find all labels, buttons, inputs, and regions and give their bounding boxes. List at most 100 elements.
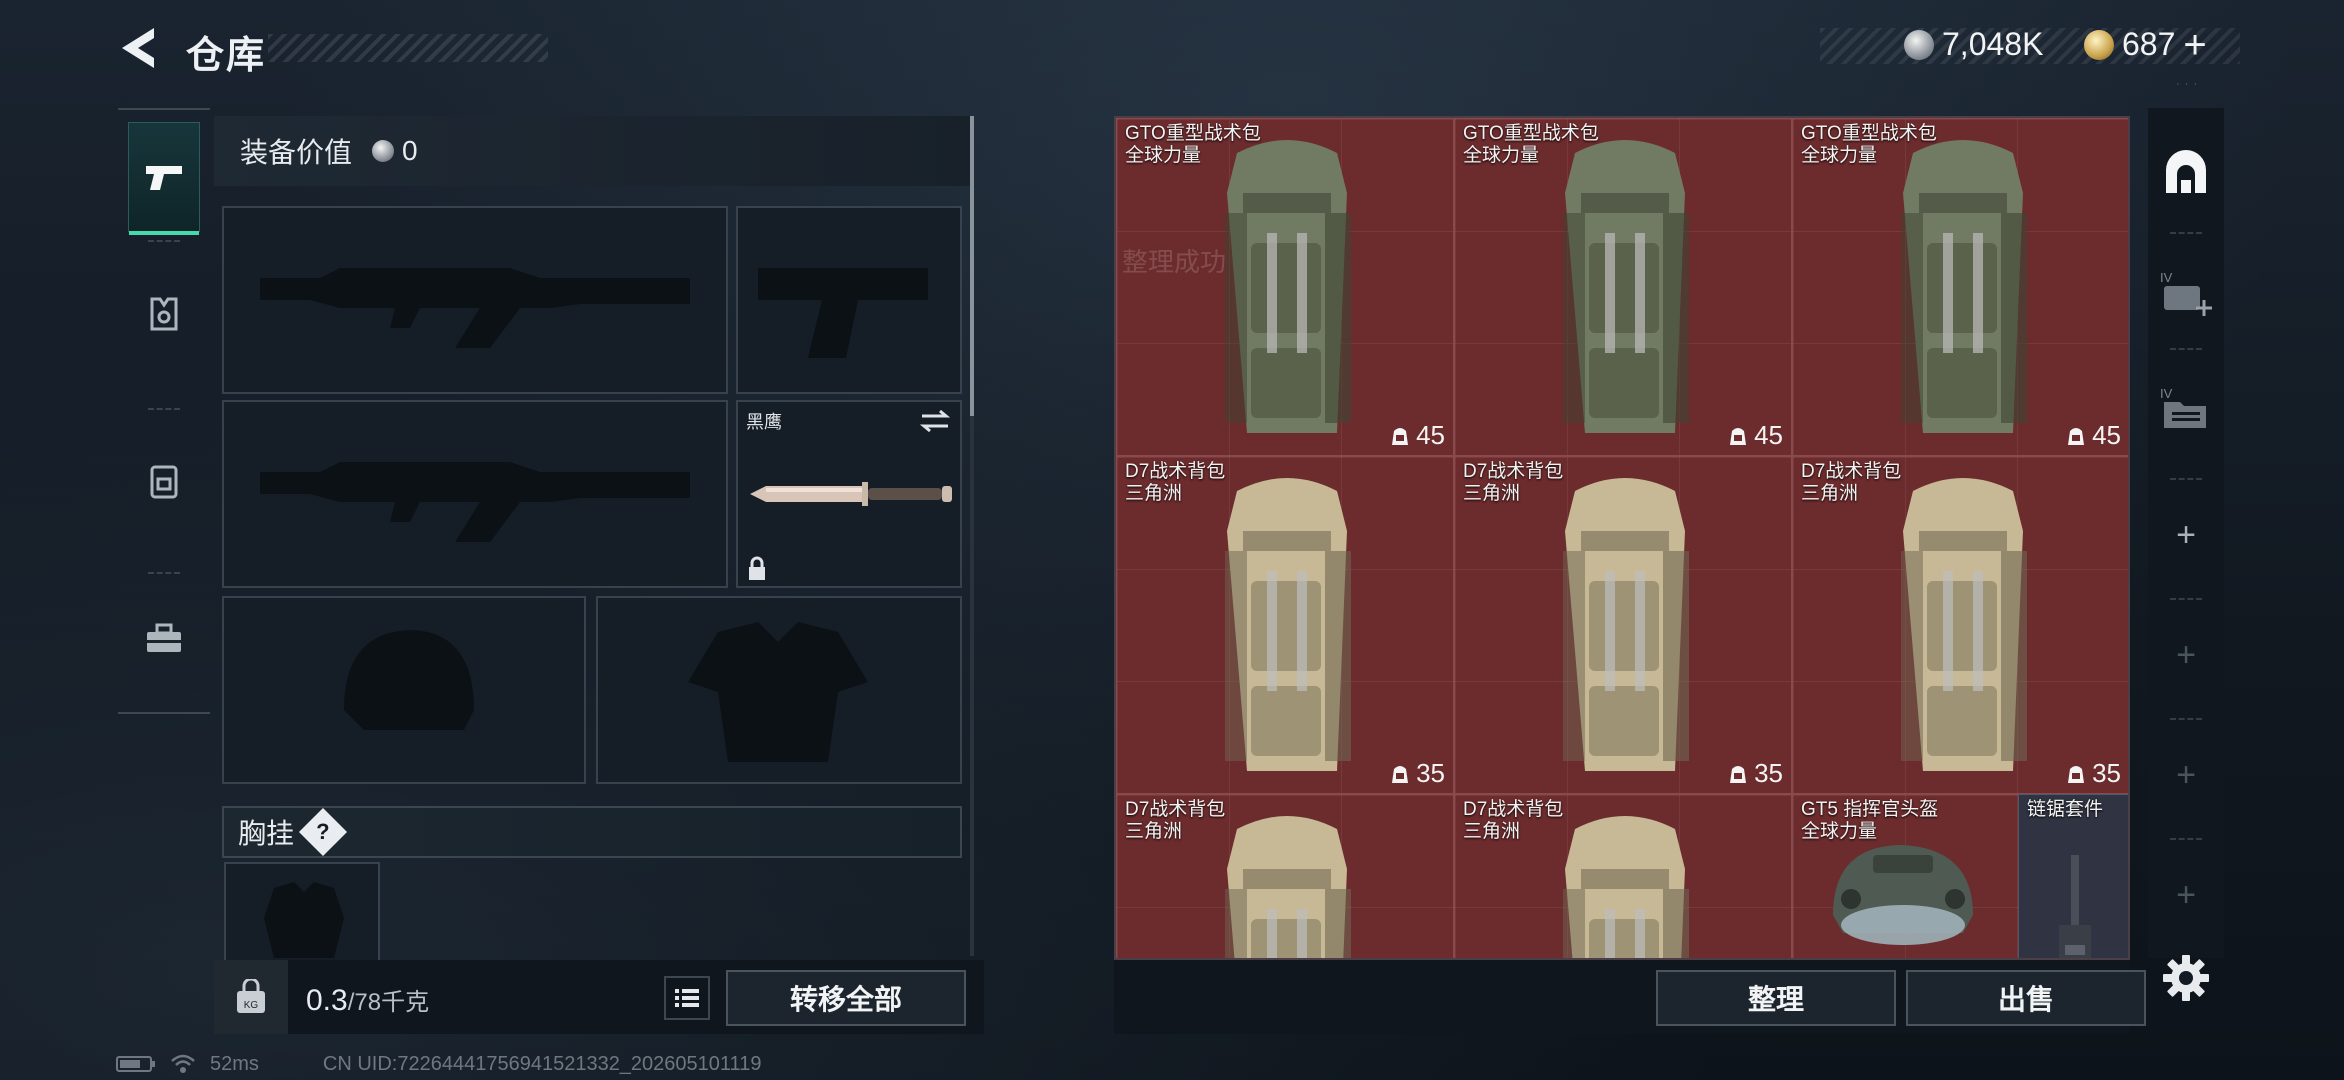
item-faction: 三角洲 xyxy=(1125,821,1183,842)
locked-storage-slot[interactable]: + xyxy=(2148,720,2224,830)
capacity-bag-icon xyxy=(1730,427,1747,445)
svg-text:KG: KG xyxy=(244,1000,259,1011)
weight-icon-box: KG xyxy=(214,960,288,1034)
tab-supplies[interactable] xyxy=(128,584,200,694)
knife-icon xyxy=(750,482,952,506)
back-arrow-icon xyxy=(122,28,154,68)
melee-name: 黑鹰 xyxy=(746,412,782,432)
equipment-value-amount: 0 xyxy=(402,135,418,166)
sell-button[interactable]: 出售 xyxy=(1906,970,2146,1026)
melee-slot[interactable]: 黑鹰 xyxy=(736,400,962,588)
add-currency-button[interactable]: + xyxy=(2183,25,2206,65)
storage-item-cell[interactable]: GTO重型战术包 全球力量 45 xyxy=(1454,118,1792,456)
silver-coin-icon xyxy=(372,140,395,162)
item-name: GTO重型战术包 xyxy=(1801,123,1937,144)
item-faction: 三角洲 xyxy=(1125,483,1183,504)
storage-item-cell[interactable]: GTO重型战术包 全球力量 45 xyxy=(1792,118,2128,456)
item-name: GTO重型战术包 xyxy=(1125,123,1261,144)
backpack-icon xyxy=(150,465,178,499)
gold-currency: 687 + xyxy=(2084,25,2207,65)
storage-item-cell[interactable]: D7战术背包 三角洲 xyxy=(1116,794,1454,958)
swap-icon[interactable] xyxy=(918,408,952,434)
equipment-scrollbar-thumb[interactable] xyxy=(970,116,974,416)
file-cabinet-button[interactable]: IV xyxy=(2148,354,2224,464)
storage-grid: 整理成功 GTO重型战术包 全球力量 45 GTO重型战术包 全球力量 45 G… xyxy=(1114,116,2130,960)
tab-weapons[interactable] xyxy=(128,122,200,235)
storage-item-cell[interactable]: D7战术背包 三角洲 35 xyxy=(1454,456,1792,794)
wifi-icon xyxy=(171,1054,195,1073)
item-faction: 三角洲 xyxy=(1463,821,1521,842)
chest-rig-slot[interactable] xyxy=(224,862,380,962)
capacity-bag-icon xyxy=(2068,765,2085,783)
ping-readout: 52ms xyxy=(210,1052,259,1075)
weight-icon: KG xyxy=(237,979,265,1013)
helmet-slot[interactable] xyxy=(222,596,586,784)
locked-storage-slot[interactable]: + xyxy=(2148,600,2224,710)
gold-coin-icon xyxy=(2084,29,2114,60)
transfer-all-button[interactable]: 转移全部 xyxy=(726,970,966,1026)
sidearm-slot[interactable] xyxy=(736,206,962,394)
svg-text:IV: IV xyxy=(2160,386,2173,401)
chest-rig-header: 胸挂 ? xyxy=(222,806,962,858)
player-uid: CN UID:722644417569415213​32_20260510111… xyxy=(322,1052,762,1075)
item-capacity: 45 xyxy=(1390,420,1445,451)
plus-icon: + xyxy=(2176,515,2196,554)
item-faction: 全球力量 xyxy=(1801,821,1878,842)
list-view-button[interactable] xyxy=(664,976,710,1020)
body-armor-slot[interactable] xyxy=(596,596,962,784)
primary-weapon-slot-2[interactable] xyxy=(222,400,728,588)
storage-item-cell[interactable]: D7战术背包 三角洲 xyxy=(1454,794,1792,958)
backpack-icon xyxy=(1901,478,2027,771)
gold-amount: 687 xyxy=(2122,26,2176,62)
item-capacity: 35 xyxy=(1728,758,1783,789)
add-storage-button[interactable]: + xyxy=(2148,480,2224,590)
item-capacity-value: 45 xyxy=(2092,420,2121,450)
item-name: GTO重型战术包 xyxy=(1463,123,1599,144)
weight-max: 78千克 xyxy=(354,989,430,1016)
gear-icon xyxy=(2163,955,2209,1001)
rifle-silhouette-icon xyxy=(260,268,690,348)
storage-item-cell[interactable]: D7战术背包 三角洲 35 xyxy=(1116,456,1454,794)
item-name: D7战术背包 xyxy=(1125,799,1226,820)
item-capacity: 45 xyxy=(2066,420,2121,451)
armor-vest-icon xyxy=(150,297,178,331)
settings-button[interactable] xyxy=(2160,952,2212,1004)
backpack-icon xyxy=(1225,478,1351,771)
backpack-icon xyxy=(1563,140,1689,433)
chainsaw-kit-icon xyxy=(2059,855,2091,958)
tab-armor[interactable] xyxy=(128,260,200,370)
tab-divider xyxy=(148,408,180,410)
tab-backpacks[interactable] xyxy=(128,426,200,536)
capacity-bag-icon xyxy=(1392,765,1409,783)
organize-button[interactable]: 整理 xyxy=(1656,970,1896,1026)
expand-case-button[interactable]: IV xyxy=(2148,238,2224,348)
backpack-icon xyxy=(1225,816,1351,958)
lock-icon xyxy=(749,556,765,580)
weight-current: 0.3 xyxy=(306,984,348,1017)
safe-box-button[interactable] xyxy=(2148,118,2224,228)
tab-divider xyxy=(148,572,180,574)
item-capacity: 35 xyxy=(2066,758,2121,789)
chest-rig-silhouette-icon xyxy=(264,882,344,958)
plus-icon: + xyxy=(2176,635,2196,674)
capacity-bag-icon xyxy=(1392,427,1409,445)
storage-item-cell[interactable]: GTO重型战术包 全球力量 45 xyxy=(1116,118,1454,456)
item-capacity-value: 35 xyxy=(2092,758,2121,788)
back-button[interactable] xyxy=(116,24,160,72)
item-name: 链锯套件 xyxy=(2027,799,2104,820)
locked-storage-slot[interactable]: + xyxy=(2148,840,2224,950)
equipment-value-label: 装备价值 xyxy=(240,137,353,168)
help-question-mark: ? xyxy=(316,818,330,844)
list-icon xyxy=(675,989,699,1007)
storage-item-cell[interactable]: D7战术背包 三角洲 35 xyxy=(1792,456,2128,794)
primary-weapon-slot-1[interactable] xyxy=(222,206,728,394)
storage-item-cell[interactable]: 链锯套件 xyxy=(2018,794,2128,958)
item-faction: 全球力量 xyxy=(1801,145,1878,166)
plus-icon: + xyxy=(2176,875,2196,914)
chest-rig-help-button[interactable]: ? xyxy=(298,807,348,857)
item-name: D7战术背包 xyxy=(1125,461,1226,482)
plus-icon: + xyxy=(2176,755,2196,794)
backpack-icon xyxy=(1225,140,1351,433)
item-capacity-value: 45 xyxy=(1754,420,1783,450)
equipment-value-bar: 装备价值 0 xyxy=(214,116,974,186)
